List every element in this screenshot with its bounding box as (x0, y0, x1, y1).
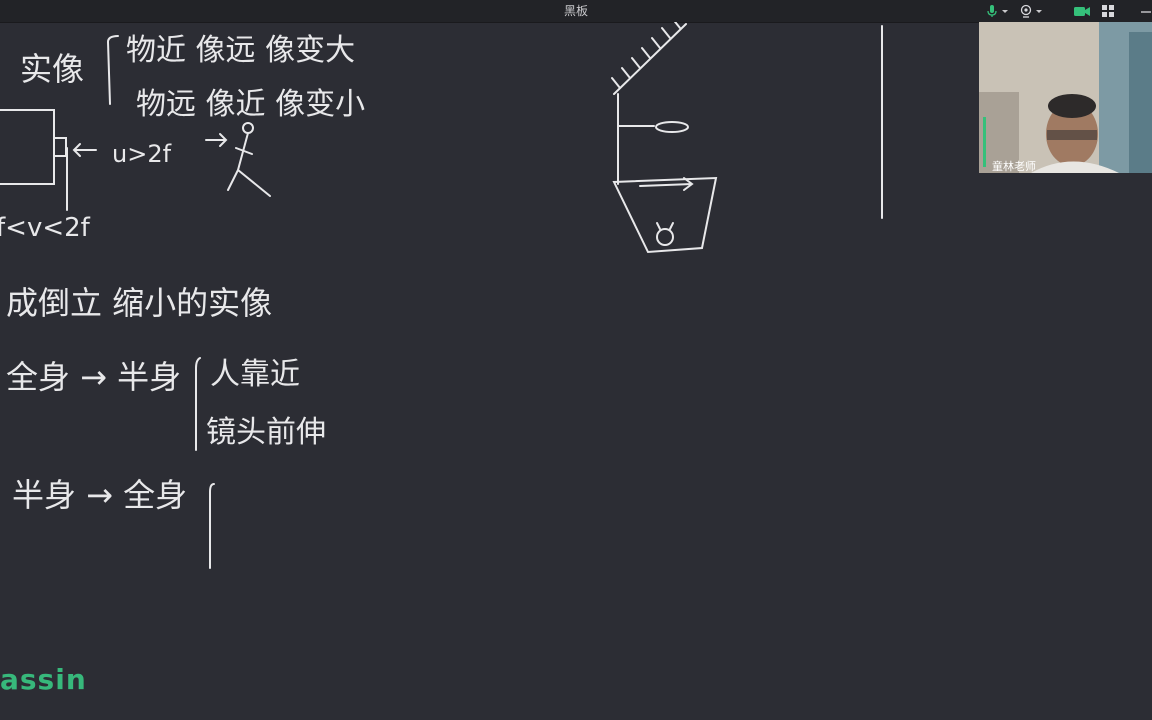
handwriting-real-image: 实像 (20, 50, 84, 88)
arrow-left-sketch (72, 143, 97, 157)
arrow-right-sketch (205, 133, 228, 147)
video-call-icon[interactable] (1073, 3, 1091, 19)
handwriting-inverted-image: 成倒立 缩小的实像 (6, 284, 272, 322)
grid-layout-icon[interactable] (1100, 3, 1116, 19)
wall-hatching (611, 22, 681, 89)
handwriting-u-condition: u>2f (112, 140, 172, 168)
camera-lens-sketch (53, 137, 67, 157)
teacher-video-feed (979, 22, 1152, 173)
camera-icon[interactable] (1018, 3, 1034, 19)
stick-head (242, 122, 254, 134)
stick-body (227, 132, 271, 197)
handwriting-person-closer: 人靠近 (210, 357, 300, 392)
object-circle (656, 228, 674, 246)
camera-body-sketch (0, 109, 55, 185)
handwriting-v-condition: f<v<2f (0, 213, 91, 243)
brand-logo: assin (0, 663, 87, 696)
handwriting-rule-2: 物远 像近 像变小 (136, 87, 365, 122)
minimize-icon[interactable] (1138, 3, 1152, 19)
window-title: 黑板 (563, 4, 588, 18)
handwriting-lens-extend: 镜头前伸 (206, 415, 326, 450)
bracket-line-3 (209, 483, 215, 569)
title-bar: 黑板 (0, 0, 1152, 23)
bracket-line (106, 35, 119, 105)
handwriting-full-to-half: 全身 → 半身 (6, 358, 181, 396)
chevron-down-icon[interactable] (1000, 3, 1010, 19)
container-sketch (612, 176, 718, 254)
teacher-video-tile[interactable]: 童林老师 (979, 22, 1152, 173)
microphone-icon[interactable] (984, 3, 1000, 19)
handwriting-rule-1: 物近 像远 像变大 (126, 33, 355, 68)
bracket-line-2 (195, 357, 201, 451)
chevron-down-icon[interactable] (1034, 3, 1044, 19)
participant-name: 童林老师 (992, 160, 1036, 173)
handwriting-half-to-full: 半身 → 全身 (12, 476, 187, 514)
lens-ellipse (655, 121, 689, 133)
